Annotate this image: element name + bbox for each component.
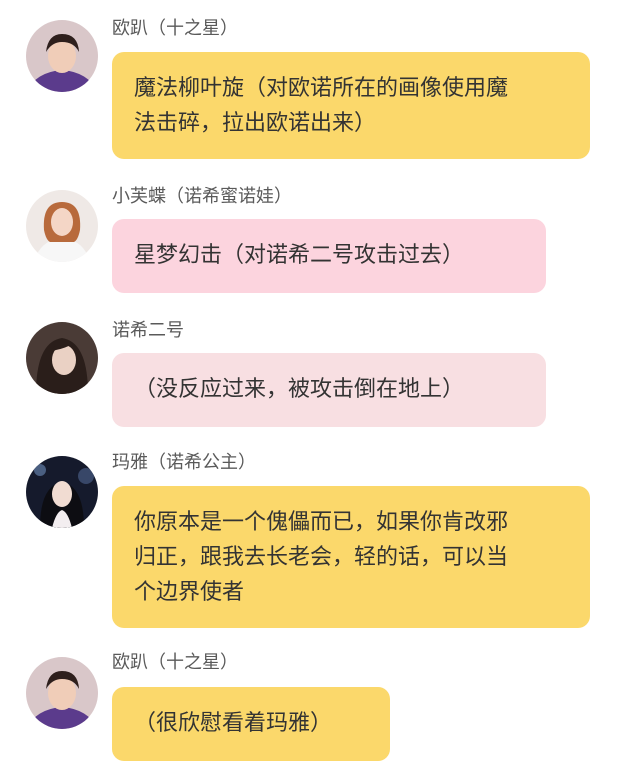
boy-avatar-icon <box>26 20 98 92</box>
girl-dark-avatar-icon <box>26 322 98 394</box>
message-bubble[interactable]: （很欣慰看着玛雅） <box>112 687 390 761</box>
avatar[interactable] <box>26 190 98 262</box>
girl-night-avatar-icon <box>26 456 98 528</box>
avatar[interactable] <box>26 456 98 528</box>
message-bubble[interactable]: 魔法柳叶旋（对欧诺所在的画像使用魔 法击碎，拉出欧诺出来） <box>112 52 590 159</box>
avatar[interactable] <box>26 322 98 394</box>
sender-name: 诺希二号 <box>112 320 184 341</box>
message-bubble[interactable]: （没反应过来，被攻击倒在地上） <box>112 353 546 427</box>
sender-name: 欧趴（十之星） <box>112 18 238 39</box>
sender-name: 小芙蝶（诺希蜜诺娃） <box>112 186 292 207</box>
avatar[interactable] <box>26 20 98 92</box>
boy-avatar-icon <box>26 657 98 729</box>
girl-white-avatar-icon <box>26 190 98 262</box>
sender-name: 玛雅（诺希公主） <box>112 452 256 473</box>
sender-name: 欧趴（十之星） <box>112 652 238 673</box>
message-bubble[interactable]: 你原本是一个傀儡而已，如果你肯改邪 归正，跟我去长老会，轻的话，可以当 个边界使… <box>112 486 590 628</box>
message-bubble[interactable]: 星梦幻击（对诺希二号攻击过去） <box>112 219 546 293</box>
avatar[interactable] <box>26 657 98 729</box>
